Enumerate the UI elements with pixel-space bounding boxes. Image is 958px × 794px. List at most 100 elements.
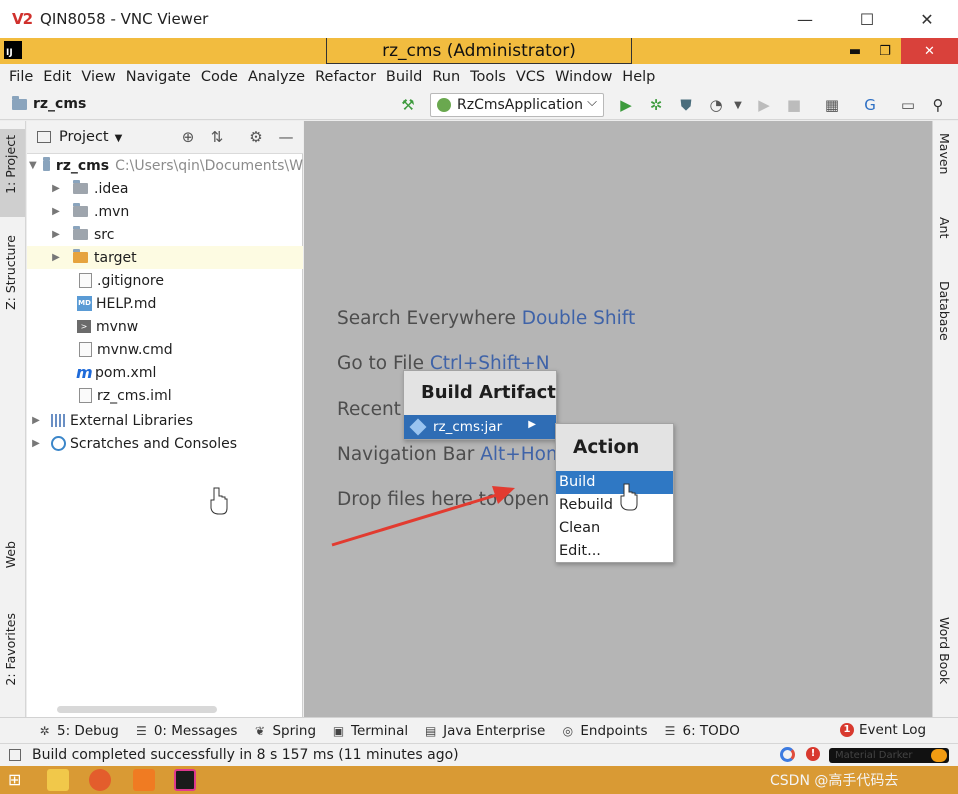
spring-icon: ❦ [254,723,265,738]
windows-start-icon[interactable]: ⊞ [8,769,28,791]
action-build[interactable]: Build [556,471,673,494]
file-explorer-icon[interactable] [47,769,69,791]
tool-tab-spring[interactable]: ❦ Spring [245,723,324,739]
vnc-close-button[interactable]: ✕ [900,0,954,38]
profile-icon[interactable]: ◔ [706,95,726,115]
tree-row-external-libraries[interactable]: ▶ External Libraries [27,409,303,432]
tool-tab-event-log[interactable]: 1 Event Log [840,722,926,738]
intellij-taskbar-icon[interactable] [174,769,196,791]
tool-tab-endpoints[interactable]: ◎ Endpoints [553,723,655,739]
artifact-item-rz-cms-jar[interactable]: rz_cms:jar ▶ [404,415,556,439]
gear-icon[interactable]: ⚙ [247,128,265,146]
tool-tab-web[interactable]: Web [3,541,18,568]
tool-tab-terminal[interactable]: ▣ Terminal [324,723,416,739]
ide-restore-button[interactable]: ❐ [870,38,900,64]
tree-label: src [94,226,115,243]
action-rebuild[interactable]: Rebuild [556,494,673,517]
run-config-label: RzCmsApplication [457,97,584,113]
artifact-item-label: rz_cms:jar [433,419,503,435]
status-message[interactable]: Build completed successfully in 8 s 157 … [32,747,459,763]
ide-close-button[interactable]: ✕ [901,38,958,64]
tree-row-mvn[interactable]: ▶ .mvn [27,200,303,223]
locate-icon[interactable]: ⊕ [179,128,197,146]
project-view-select[interactable]: Project ▼ [59,129,122,145]
tool-tab-todo[interactable]: ☰ 6: TODO [656,723,748,739]
menu-vcs[interactable]: VCS [511,69,550,85]
vnc-maximize-button[interactable]: ☐ [840,0,894,38]
search-icon[interactable]: ⚲ [928,95,948,115]
folder-icon [73,226,88,240]
project-panel-title: Project [59,129,109,145]
menu-help[interactable]: Help [617,69,660,85]
error-indicator-icon[interactable]: ! [806,747,820,761]
tree-row-scratches[interactable]: ▶ Scratches and Consoles [27,432,303,455]
presentation-icon[interactable]: ▭ [898,95,918,115]
tool-tab-database[interactable]: Database [937,281,952,341]
action-edit[interactable]: Edit... [556,540,673,563]
app-icon[interactable] [133,769,155,791]
horizontal-scrollbar[interactable] [57,706,217,713]
menu-analyze[interactable]: Analyze [243,69,310,85]
hint-drop-files: Drop files here to open [337,489,550,510]
tree-row-root[interactable]: ▼ rz_cms C:\Users\qin\Documents\W [27,154,303,177]
vnc-logo-icon: V2 [12,10,33,28]
toggle-tool-windows-icon[interactable] [9,749,21,761]
tree-row-target[interactable]: ▶ target [27,246,303,269]
menu-view[interactable]: View [76,69,120,85]
expand-arrow-icon: ▶ [52,252,60,263]
tree-row-mvnw-cmd[interactable]: mvnw.cmd [27,338,303,361]
menu-navigate[interactable]: Navigate [121,69,196,85]
tree-label: target [94,249,137,266]
menu-code[interactable]: Code [196,69,243,85]
tool-tab-favorites[interactable]: 2: Favorites [3,613,18,686]
ide-window-title: rz_cms (Administrator) [326,38,632,64]
tool-tab-debug[interactable]: ✲ 5: Debug [30,723,127,739]
menu-file[interactable]: File [4,69,38,85]
tree-row-help-md[interactable]: MD HELP.md [27,292,303,315]
tree-row-gitignore[interactable]: .gitignore [27,269,303,292]
vnc-minimize-button[interactable]: — [778,0,832,38]
project-structure-icon[interactable]: ▦ [822,95,842,115]
run-icon[interactable]: ▶ [616,95,636,115]
menu-build[interactable]: Build [381,69,427,85]
left-tool-stripe: 1: Project Z: Structure Web 2: Favorites [0,121,26,717]
build-hammer-icon[interactable]: ⚒ [398,95,418,115]
tool-tab-messages[interactable]: ☰ 0: Messages [127,723,246,739]
tree-row-mvnw[interactable]: > mvnw [27,315,303,338]
tool-tab-word-book[interactable]: Word Book [937,617,952,684]
expand-arrow-icon: ▶ [32,415,40,426]
menu-window[interactable]: Window [550,69,617,85]
tool-tab-java-enterprise[interactable]: ▤ Java Enterprise [416,723,553,739]
run-configuration-select[interactable]: RzCmsApplication ⌵ [430,93,604,117]
profile-dropdown-icon[interactable]: ▼ [728,95,748,115]
theme-switch[interactable]: Material Darker [829,748,949,763]
ide-minimize-button[interactable]: ▬ [840,38,870,64]
tool-tab-ant[interactable]: Ant [937,217,952,238]
firefox-icon[interactable] [89,769,111,791]
tree-row-pom[interactable]: m pom.xml [27,361,303,384]
debug-icon[interactable]: ✲ [646,95,666,115]
tree-row-iml[interactable]: rz_cms.iml [27,384,303,407]
maven-file-icon: m [76,363,93,382]
hide-icon[interactable]: — [277,128,295,146]
debug-icon: ✲ [39,723,50,738]
chevron-down-icon: ▼ [114,133,123,144]
translate-icon[interactable]: G [860,95,880,115]
project-folder-icon [12,95,27,110]
action-clean[interactable]: Clean [556,517,673,540]
project-view-icon [37,131,51,143]
menu-edit[interactable]: Edit [38,69,76,85]
google-icon[interactable] [780,747,795,762]
tool-tab-maven[interactable]: Maven [937,133,952,174]
tool-tab-structure[interactable]: Z: Structure [3,235,18,310]
tree-row-src[interactable]: ▶ src [27,223,303,246]
menu-tools[interactable]: Tools [465,69,511,85]
breadcrumb[interactable]: rz_cms [12,95,86,112]
hint-search-everywhere: Search Everywhere Double Shift [337,308,636,329]
tree-row-idea[interactable]: ▶ .idea [27,177,303,200]
collapse-all-icon[interactable]: ⇅ [208,128,226,146]
tool-tab-project[interactable]: 1: Project [3,135,18,194]
menu-run[interactable]: Run [427,69,465,85]
coverage-icon[interactable]: ⛊ [676,95,696,115]
menu-refactor[interactable]: Refactor [310,69,381,85]
